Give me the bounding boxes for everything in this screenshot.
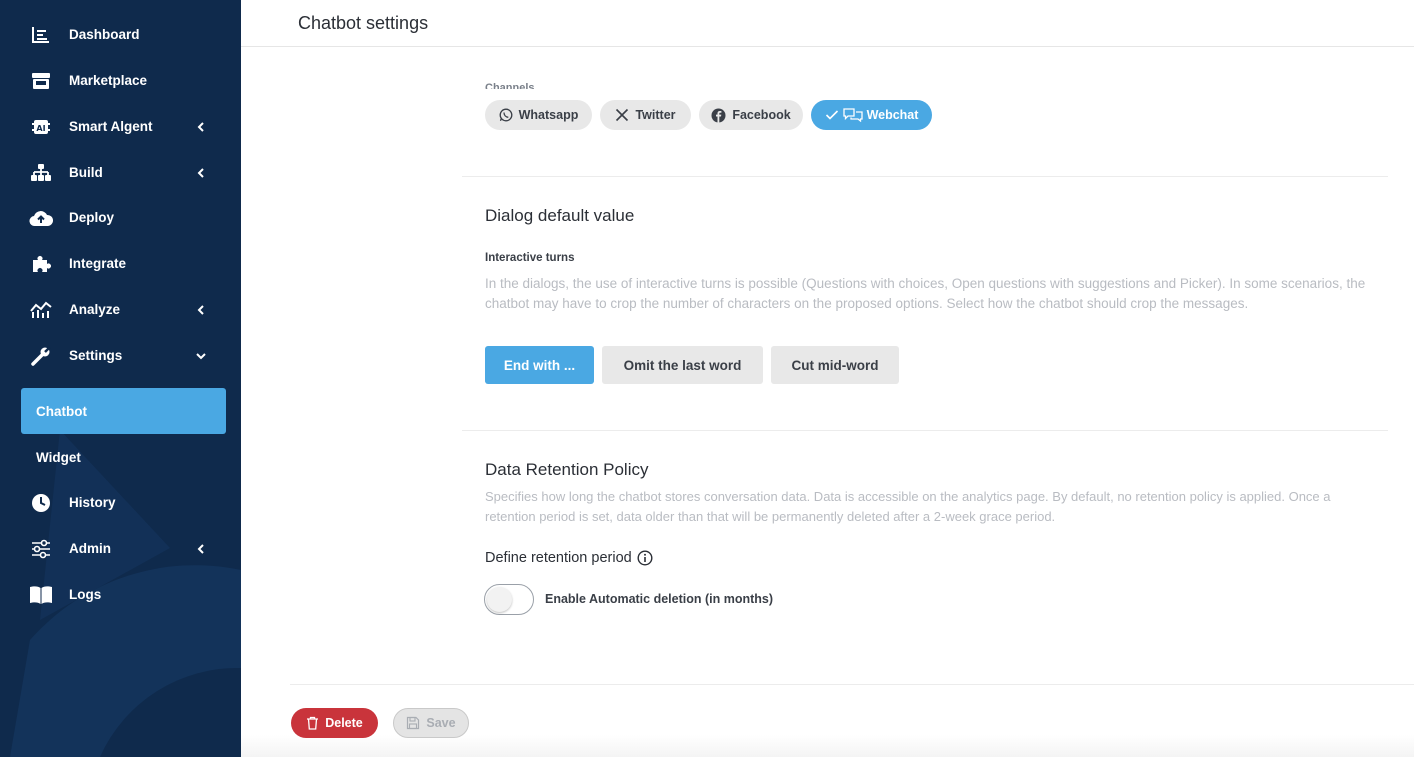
crop-option-end-with[interactable]: End with ...	[485, 346, 594, 384]
section-divider	[462, 176, 1388, 177]
sidebar-item-label: Settings	[69, 348, 123, 363]
interactive-turns-description: In the dialogs, the use of interactive t…	[485, 276, 1366, 311]
channels-label: Channels	[485, 82, 535, 89]
ai-icon: AI	[29, 116, 53, 138]
channel-chip-label: Whatsapp	[518, 108, 579, 122]
sidebar-item-label: Analyze	[69, 302, 121, 317]
sidebar-item-analyze[interactable]: Analyze	[0, 292, 241, 328]
define-retention-label: Define retention period	[485, 550, 653, 566]
sidebar: Dashboard Marketplace AI Smart Algent Bu…	[0, 0, 241, 757]
store-icon	[29, 70, 53, 92]
sidebar-item-dashboard[interactable]: Dashboard	[0, 17, 241, 53]
sidebar-item-marketplace[interactable]: Marketplace	[0, 63, 241, 99]
sidebar-item-settings[interactable]: Settings	[0, 338, 241, 374]
sidebar-item-smart-algent[interactable]: AI Smart Algent	[0, 109, 241, 145]
sliders-icon	[29, 538, 53, 560]
chevron-left-icon	[197, 168, 204, 178]
sidebar-item-integrate[interactable]: Integrate	[0, 246, 241, 282]
whatsapp-icon	[499, 108, 513, 122]
sidebar-item-label: Integrate	[69, 256, 127, 271]
channel-chip-label: Facebook	[732, 108, 791, 122]
chevron-left-icon	[197, 122, 204, 132]
sidebar-subitem-chatbot[interactable]: Chatbot	[21, 388, 226, 434]
sidebar-item-admin[interactable]: Admin	[0, 531, 241, 567]
channel-chip-label: Twitter	[635, 108, 676, 122]
sidebar-item-label: History	[69, 495, 116, 510]
define-retention-text: Define retention period	[485, 550, 632, 566]
sidebar-item-label: Build	[69, 165, 103, 180]
sidebar-subitem-widget[interactable]: Widget	[21, 434, 226, 480]
delete-button[interactable]: Delete	[291, 708, 378, 738]
sidebar-item-label: Smart Algent	[69, 119, 153, 134]
clock-icon	[29, 492, 53, 514]
sidebar-item-history[interactable]: History	[0, 485, 241, 521]
sidebar-item-label: Logs	[69, 587, 102, 602]
footer-shade	[241, 735, 1414, 757]
channel-chip-whatsapp[interactable]: Whatsapp	[485, 100, 592, 130]
svg-text:AI: AI	[36, 124, 45, 133]
chevron-left-icon	[197, 544, 204, 554]
sidebar-item-logs[interactable]: Logs	[0, 577, 241, 613]
sidebar-item-label: Deploy	[69, 210, 115, 225]
sidebar-item-label: Admin	[69, 541, 111, 556]
cloud-upload-icon	[29, 207, 53, 229]
sidebar-item-label: Marketplace	[69, 73, 148, 88]
puzzle-icon	[29, 253, 53, 275]
sitemap-icon	[29, 162, 53, 184]
info-icon[interactable]	[637, 550, 653, 566]
dashboard-icon	[29, 24, 53, 46]
toggle-knob	[487, 587, 512, 612]
sidebar-item-deploy[interactable]: Deploy	[0, 200, 241, 236]
save-button[interactable]: Save	[393, 708, 469, 738]
crop-option-omit-last-word[interactable]: Omit the last word	[602, 346, 763, 384]
page-title: Chatbot settings	[298, 13, 429, 33]
chart-line-icon	[29, 299, 53, 321]
book-icon	[29, 584, 53, 606]
trash-icon	[307, 716, 319, 730]
section-divider	[462, 430, 1388, 431]
x-icon	[616, 108, 629, 122]
channel-chip-facebook[interactable]: Facebook	[699, 100, 803, 130]
delete-button-label: Delete	[325, 716, 363, 730]
auto-deletion-label: Enable Automatic deletion (in months)	[545, 592, 774, 606]
chat-bubbles-icon	[842, 108, 863, 122]
wrench-icon	[29, 345, 53, 367]
page-header: Chatbot settings	[241, 0, 1414, 47]
chevron-left-icon	[197, 305, 204, 315]
sidebar-item-label: Dashboard	[69, 27, 140, 42]
retention-section-title: Data Retention Policy	[485, 460, 649, 479]
interactive-turns-label: Interactive turns	[485, 252, 575, 264]
channel-chip-twitter[interactable]: Twitter	[600, 100, 691, 130]
dialog-section-title: Dialog default value	[485, 206, 635, 225]
auto-deletion-toggle[interactable]	[484, 584, 534, 615]
channel-chip-label: Webchat	[866, 108, 919, 122]
checkmark-icon	[825, 110, 838, 120]
footer-divider	[290, 684, 1414, 685]
sidebar-item-build[interactable]: Build	[0, 155, 241, 191]
chevron-down-icon	[196, 353, 206, 360]
retention-description: Specifies how long the chatbot stores co…	[485, 489, 1331, 524]
floppy-disk-icon	[407, 716, 420, 730]
save-button-label: Save	[426, 716, 456, 730]
crop-option-cut-mid-word[interactable]: Cut mid-word	[771, 346, 899, 384]
facebook-icon	[711, 108, 726, 122]
channel-chip-webchat[interactable]: Webchat	[811, 100, 932, 130]
